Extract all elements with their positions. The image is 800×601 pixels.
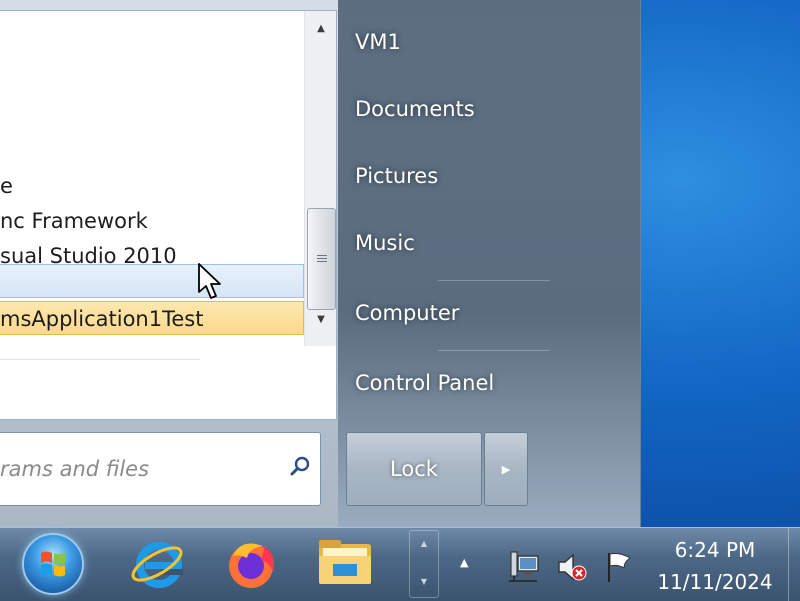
start-menu-right-pane: VM1 Documents Pictures Music Computer Co…: [338, 0, 640, 527]
program-item-label: e: [0, 174, 13, 198]
right-pane-separator: [438, 280, 550, 281]
clock-time[interactable]: 6:24 PM: [650, 538, 780, 562]
file-explorer-icon: [319, 540, 371, 584]
firefox-icon: [229, 543, 274, 588]
search-icon: [290, 456, 310, 476]
triangle-down-icon: ▼: [317, 313, 325, 325]
shutdown-options-button[interactable]: ▶: [484, 432, 528, 506]
program-item-label: nc Framework: [0, 209, 148, 233]
start-search-box[interactable]: rams and files: [0, 432, 321, 506]
program-item[interactable]: e: [0, 169, 304, 203]
action-center-flag-icon[interactable]: [603, 550, 637, 584]
grip-icon: [316, 254, 327, 264]
list-separator: [0, 359, 200, 360]
lock-button-label: Lock: [390, 457, 438, 481]
internet-explorer-icon: [131, 542, 183, 588]
all-programs-list: e nc Framework sual Studio 2010 msApplic…: [0, 10, 337, 420]
chevron-down-icon[interactable]: ▼: [410, 577, 438, 586]
program-item-label: msApplication1Test: [0, 307, 204, 331]
program-list-scrollbar[interactable]: ▲ ▼: [304, 11, 336, 346]
show-desktop-button[interactable]: [788, 528, 800, 601]
taskbar-file-explorer[interactable]: [310, 530, 380, 598]
network-icon[interactable]: [507, 550, 541, 584]
clock-date[interactable]: 11/11/2024: [650, 570, 780, 594]
right-item-documents[interactable]: Documents: [355, 97, 475, 121]
windows-logo-icon: [41, 551, 65, 577]
start-menu: e nc Framework sual Studio 2010 msApplic…: [0, 0, 641, 528]
program-item-selected[interactable]: msApplication1Test: [0, 301, 304, 335]
start-menu-left-pane: e nc Framework sual Studio 2010 msApplic…: [0, 0, 338, 527]
triangle-up-icon: ▲: [317, 22, 325, 34]
lock-button[interactable]: Lock: [346, 432, 482, 506]
scroll-up-button[interactable]: ▲: [305, 11, 336, 45]
program-item-hovered[interactable]: [0, 264, 304, 298]
taskbar-firefox[interactable]: [216, 530, 286, 598]
taskbar: ▲ ▼ ▲ 6:24 PM 11/11/2024: [0, 527, 800, 601]
program-item[interactable]: nc Framework: [0, 204, 304, 238]
right-item-pictures[interactable]: Pictures: [355, 164, 438, 188]
scrollbar-thumb[interactable]: [307, 208, 336, 310]
start-button[interactable]: [22, 533, 84, 595]
scroll-down-button[interactable]: ▼: [305, 302, 336, 336]
show-hidden-icons-button[interactable]: ▲: [460, 556, 468, 569]
taskbar-internet-explorer[interactable]: [122, 530, 192, 598]
chevron-up-icon[interactable]: ▲: [410, 539, 438, 548]
right-pane-separator: [438, 350, 550, 351]
right-item-user-folder[interactable]: VM1: [355, 30, 401, 54]
taskbar-scroll[interactable]: ▲ ▼: [409, 530, 439, 598]
right-item-computer[interactable]: Computer: [355, 301, 459, 325]
search-placeholder: rams and files: [0, 457, 150, 481]
volume-muted-icon[interactable]: [555, 550, 589, 584]
triangle-right-icon: ▶: [501, 462, 511, 476]
right-item-control-panel[interactable]: Control Panel: [355, 371, 494, 395]
right-item-music[interactable]: Music: [355, 231, 415, 255]
mouse-cursor-icon: [198, 263, 221, 299]
